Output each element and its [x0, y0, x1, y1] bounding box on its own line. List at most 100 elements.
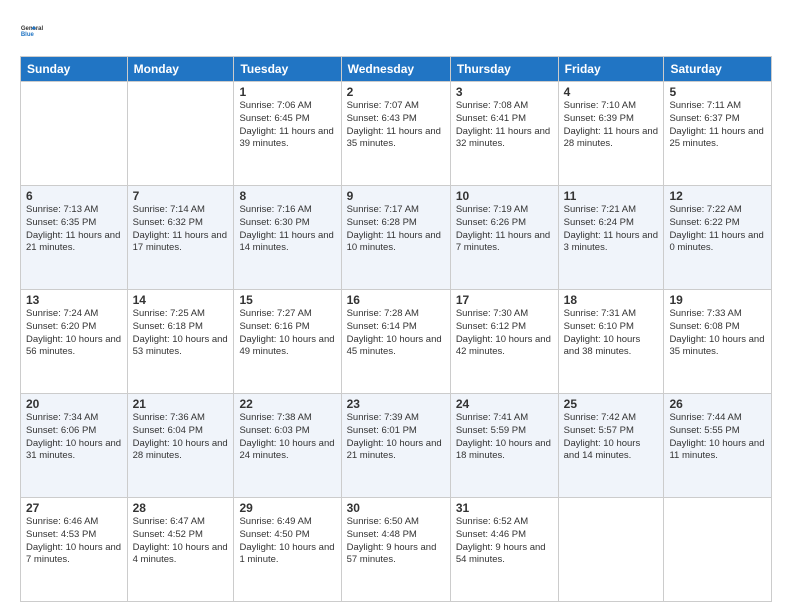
calendar-cell — [558, 498, 664, 602]
day-number: 31 — [456, 501, 553, 515]
calendar-cell: 26Sunrise: 7:44 AM Sunset: 5:55 PM Dayli… — [664, 394, 772, 498]
weekday-header-sunday: Sunday — [21, 57, 128, 82]
cell-info: Sunrise: 7:07 AM Sunset: 6:43 PM Dayligh… — [347, 100, 445, 151]
calendar-row-1: 6Sunrise: 7:13 AM Sunset: 6:35 PM Daylig… — [21, 186, 772, 290]
day-number: 9 — [347, 189, 445, 203]
day-number: 28 — [133, 501, 229, 515]
day-number: 17 — [456, 293, 553, 307]
weekday-header-friday: Friday — [558, 57, 664, 82]
cell-info: Sunrise: 7:06 AM Sunset: 6:45 PM Dayligh… — [239, 100, 335, 151]
calendar-cell: 30Sunrise: 6:50 AM Sunset: 4:48 PM Dayli… — [341, 498, 450, 602]
calendar-row-4: 27Sunrise: 6:46 AM Sunset: 4:53 PM Dayli… — [21, 498, 772, 602]
day-number: 27 — [26, 501, 122, 515]
day-number: 2 — [347, 85, 445, 99]
weekday-header-saturday: Saturday — [664, 57, 772, 82]
calendar-cell: 29Sunrise: 6:49 AM Sunset: 4:50 PM Dayli… — [234, 498, 341, 602]
cell-info: Sunrise: 7:44 AM Sunset: 5:55 PM Dayligh… — [669, 412, 766, 463]
day-number: 8 — [239, 189, 335, 203]
weekday-header-monday: Monday — [127, 57, 234, 82]
calendar-cell — [664, 498, 772, 602]
cell-info: Sunrise: 7:11 AM Sunset: 6:37 PM Dayligh… — [669, 100, 766, 151]
calendar-cell: 3Sunrise: 7:08 AM Sunset: 6:41 PM Daylig… — [450, 82, 558, 186]
cell-info: Sunrise: 7:08 AM Sunset: 6:41 PM Dayligh… — [456, 100, 553, 151]
cell-info: Sunrise: 7:41 AM Sunset: 5:59 PM Dayligh… — [456, 412, 553, 463]
cell-info: Sunrise: 7:34 AM Sunset: 6:06 PM Dayligh… — [26, 412, 122, 463]
calendar-row-2: 13Sunrise: 7:24 AM Sunset: 6:20 PM Dayli… — [21, 290, 772, 394]
calendar-cell: 23Sunrise: 7:39 AM Sunset: 6:01 PM Dayli… — [341, 394, 450, 498]
cell-info: Sunrise: 7:28 AM Sunset: 6:14 PM Dayligh… — [347, 308, 445, 359]
calendar-cell: 27Sunrise: 6:46 AM Sunset: 4:53 PM Dayli… — [21, 498, 128, 602]
cell-info: Sunrise: 7:19 AM Sunset: 6:26 PM Dayligh… — [456, 204, 553, 255]
calendar-cell: 2Sunrise: 7:07 AM Sunset: 6:43 PM Daylig… — [341, 82, 450, 186]
cell-info: Sunrise: 7:22 AM Sunset: 6:22 PM Dayligh… — [669, 204, 766, 255]
calendar-cell: 11Sunrise: 7:21 AM Sunset: 6:24 PM Dayli… — [558, 186, 664, 290]
calendar-cell: 1Sunrise: 7:06 AM Sunset: 6:45 PM Daylig… — [234, 82, 341, 186]
cell-info: Sunrise: 6:47 AM Sunset: 4:52 PM Dayligh… — [133, 516, 229, 567]
cell-info: Sunrise: 7:10 AM Sunset: 6:39 PM Dayligh… — [564, 100, 659, 151]
weekday-header-thursday: Thursday — [450, 57, 558, 82]
day-number: 7 — [133, 189, 229, 203]
calendar-cell: 5Sunrise: 7:11 AM Sunset: 6:37 PM Daylig… — [664, 82, 772, 186]
cell-info: Sunrise: 6:46 AM Sunset: 4:53 PM Dayligh… — [26, 516, 122, 567]
cell-info: Sunrise: 7:39 AM Sunset: 6:01 PM Dayligh… — [347, 412, 445, 463]
cell-info: Sunrise: 7:30 AM Sunset: 6:12 PM Dayligh… — [456, 308, 553, 359]
day-number: 5 — [669, 85, 766, 99]
calendar-cell: 6Sunrise: 7:13 AM Sunset: 6:35 PM Daylig… — [21, 186, 128, 290]
cell-info: Sunrise: 7:24 AM Sunset: 6:20 PM Dayligh… — [26, 308, 122, 359]
calendar-row-0: 1Sunrise: 7:06 AM Sunset: 6:45 PM Daylig… — [21, 82, 772, 186]
day-number: 24 — [456, 397, 553, 411]
calendar-row-3: 20Sunrise: 7:34 AM Sunset: 6:06 PM Dayli… — [21, 394, 772, 498]
cell-info: Sunrise: 7:25 AM Sunset: 6:18 PM Dayligh… — [133, 308, 229, 359]
calendar-cell: 18Sunrise: 7:31 AM Sunset: 6:10 PM Dayli… — [558, 290, 664, 394]
cell-info: Sunrise: 7:38 AM Sunset: 6:03 PM Dayligh… — [239, 412, 335, 463]
calendar-cell: 17Sunrise: 7:30 AM Sunset: 6:12 PM Dayli… — [450, 290, 558, 394]
calendar-cell: 25Sunrise: 7:42 AM Sunset: 5:57 PM Dayli… — [558, 394, 664, 498]
calendar-cell: 16Sunrise: 7:28 AM Sunset: 6:14 PM Dayli… — [341, 290, 450, 394]
day-number: 23 — [347, 397, 445, 411]
calendar-cell: 19Sunrise: 7:33 AM Sunset: 6:08 PM Dayli… — [664, 290, 772, 394]
calendar-cell: 21Sunrise: 7:36 AM Sunset: 6:04 PM Dayli… — [127, 394, 234, 498]
calendar-table: SundayMondayTuesdayWednesdayThursdayFrid… — [20, 56, 772, 602]
day-number: 20 — [26, 397, 122, 411]
cell-info: Sunrise: 7:17 AM Sunset: 6:28 PM Dayligh… — [347, 204, 445, 255]
calendar-cell: 13Sunrise: 7:24 AM Sunset: 6:20 PM Dayli… — [21, 290, 128, 394]
calendar-cell: 22Sunrise: 7:38 AM Sunset: 6:03 PM Dayli… — [234, 394, 341, 498]
logo: General Blue — [20, 16, 50, 46]
calendar-cell: 15Sunrise: 7:27 AM Sunset: 6:16 PM Dayli… — [234, 290, 341, 394]
cell-info: Sunrise: 6:49 AM Sunset: 4:50 PM Dayligh… — [239, 516, 335, 567]
calendar-cell: 14Sunrise: 7:25 AM Sunset: 6:18 PM Dayli… — [127, 290, 234, 394]
weekday-header-row: SundayMondayTuesdayWednesdayThursdayFrid… — [21, 57, 772, 82]
day-number: 26 — [669, 397, 766, 411]
day-number: 25 — [564, 397, 659, 411]
weekday-header-wednesday: Wednesday — [341, 57, 450, 82]
day-number: 13 — [26, 293, 122, 307]
day-number: 1 — [239, 85, 335, 99]
calendar-cell — [21, 82, 128, 186]
calendar-cell: 7Sunrise: 7:14 AM Sunset: 6:32 PM Daylig… — [127, 186, 234, 290]
weekday-header-tuesday: Tuesday — [234, 57, 341, 82]
cell-info: Sunrise: 7:36 AM Sunset: 6:04 PM Dayligh… — [133, 412, 229, 463]
calendar-cell: 20Sunrise: 7:34 AM Sunset: 6:06 PM Dayli… — [21, 394, 128, 498]
day-number: 12 — [669, 189, 766, 203]
day-number: 10 — [456, 189, 553, 203]
day-number: 29 — [239, 501, 335, 515]
logo-icon: General Blue — [20, 16, 50, 46]
page: General Blue SundayMondayTuesdayWednesda… — [0, 0, 792, 612]
cell-info: Sunrise: 7:31 AM Sunset: 6:10 PM Dayligh… — [564, 308, 659, 359]
day-number: 19 — [669, 293, 766, 307]
cell-info: Sunrise: 7:13 AM Sunset: 6:35 PM Dayligh… — [26, 204, 122, 255]
cell-info: Sunrise: 7:27 AM Sunset: 6:16 PM Dayligh… — [239, 308, 335, 359]
svg-text:Blue: Blue — [21, 32, 35, 38]
day-number: 21 — [133, 397, 229, 411]
cell-info: Sunrise: 6:52 AM Sunset: 4:46 PM Dayligh… — [456, 516, 553, 567]
calendar-cell: 12Sunrise: 7:22 AM Sunset: 6:22 PM Dayli… — [664, 186, 772, 290]
calendar-cell: 28Sunrise: 6:47 AM Sunset: 4:52 PM Dayli… — [127, 498, 234, 602]
cell-info: Sunrise: 6:50 AM Sunset: 4:48 PM Dayligh… — [347, 516, 445, 567]
day-number: 14 — [133, 293, 229, 307]
cell-info: Sunrise: 7:33 AM Sunset: 6:08 PM Dayligh… — [669, 308, 766, 359]
cell-info: Sunrise: 7:42 AM Sunset: 5:57 PM Dayligh… — [564, 412, 659, 463]
calendar-cell: 24Sunrise: 7:41 AM Sunset: 5:59 PM Dayli… — [450, 394, 558, 498]
day-number: 11 — [564, 189, 659, 203]
day-number: 30 — [347, 501, 445, 515]
calendar-cell: 9Sunrise: 7:17 AM Sunset: 6:28 PM Daylig… — [341, 186, 450, 290]
